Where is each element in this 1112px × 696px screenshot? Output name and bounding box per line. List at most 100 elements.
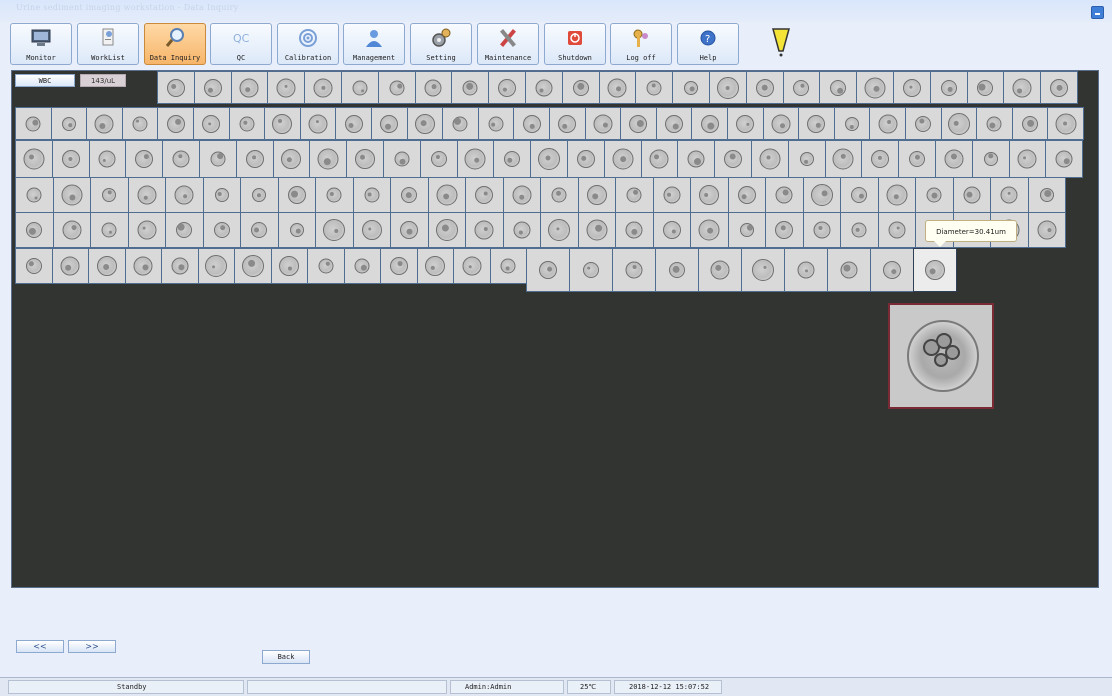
cell-thumbnail[interactable] (309, 140, 348, 178)
wbc-category-button[interactable]: WBC (15, 74, 75, 87)
worklist-button[interactable]: WorkList (77, 23, 139, 65)
cell-thumbnail[interactable] (745, 71, 784, 104)
cell-thumbnail[interactable] (465, 212, 504, 248)
minimize-icon[interactable] (1091, 6, 1104, 19)
cell-thumbnail[interactable] (635, 71, 674, 104)
cell-thumbnail[interactable] (228, 107, 266, 140)
cell-thumbnail[interactable] (513, 107, 550, 140)
cell-thumbnail[interactable] (489, 248, 527, 284)
cell-thumbnail[interactable] (502, 212, 541, 248)
cell-thumbnail[interactable] (352, 177, 391, 213)
cell-thumbnail[interactable] (240, 177, 279, 213)
data-inquiry-button[interactable]: Data Inquiry (144, 23, 206, 65)
cell-thumbnail[interactable] (390, 177, 429, 213)
cell-thumbnail[interactable] (377, 71, 416, 104)
cell-thumbnail[interactable] (477, 107, 515, 140)
cell-thumbnail[interactable] (584, 107, 622, 140)
cell-thumbnail[interactable] (88, 140, 127, 178)
help-button[interactable]: ? Help (677, 23, 739, 65)
cell-thumbnail[interactable] (465, 177, 504, 213)
cell-thumbnail[interactable] (343, 248, 381, 284)
cell-thumbnail[interactable] (380, 248, 418, 284)
cell-thumbnail[interactable] (540, 212, 579, 248)
cell-thumbnail[interactable] (567, 140, 605, 178)
cell-thumbnail[interactable] (1045, 140, 1084, 178)
cell-thumbnail[interactable] (240, 212, 279, 248)
cell-thumbnail[interactable] (612, 248, 656, 292)
cell-thumbnail[interactable] (50, 107, 88, 140)
cell-thumbnail[interactable] (765, 212, 804, 248)
cell-thumbnail[interactable] (824, 140, 863, 178)
cell-thumbnail[interactable] (15, 177, 54, 213)
cell-thumbnail[interactable] (414, 71, 453, 104)
cell-thumbnail[interactable] (51, 248, 89, 284)
cell-thumbnail[interactable] (15, 248, 53, 284)
cell-thumbnail[interactable] (782, 71, 821, 104)
cell-thumbnail[interactable] (127, 177, 166, 213)
cell-thumbnail[interactable] (741, 248, 785, 292)
cell-thumbnail[interactable] (784, 248, 828, 292)
cell-thumbnail[interactable] (419, 140, 458, 178)
cell-thumbnail[interactable] (456, 140, 495, 178)
cell-thumbnail[interactable] (652, 177, 691, 213)
cell-thumbnail[interactable] (655, 107, 693, 140)
cell-thumbnail[interactable] (277, 212, 316, 248)
cell-thumbnail[interactable] (277, 177, 316, 213)
cell-thumbnail[interactable] (540, 177, 579, 213)
cell-thumbnail[interactable] (727, 107, 764, 140)
cell-thumbnail[interactable] (819, 71, 858, 104)
cell-thumbnail[interactable] (971, 140, 1010, 178)
cell-thumbnail[interactable] (640, 140, 679, 178)
cell-thumbnail[interactable] (787, 140, 826, 178)
cell-thumbnail[interactable] (125, 140, 164, 178)
cell-thumbnail[interactable] (341, 71, 379, 104)
cell-thumbnail[interactable] (88, 248, 126, 284)
cell-thumbnail[interactable] (929, 71, 968, 104)
cell-thumbnail[interactable] (315, 177, 354, 213)
cell-thumbnail[interactable] (698, 248, 742, 292)
cell-thumbnail[interactable] (267, 71, 306, 104)
cell-thumbnail[interactable] (798, 107, 835, 140)
cell-thumbnail[interactable] (762, 107, 800, 140)
cell-thumbnail[interactable] (451, 71, 490, 104)
cell-thumbnail[interactable] (690, 212, 729, 248)
cell-thumbnail[interactable] (870, 248, 914, 292)
cell-thumbnail[interactable] (877, 177, 916, 213)
cell-thumbnail[interactable] (577, 212, 616, 248)
cell-thumbnail[interactable] (90, 177, 129, 213)
cell-thumbnail[interactable] (161, 248, 199, 284)
cell-thumbnail[interactable] (827, 248, 871, 292)
cell-thumbnail[interactable] (453, 248, 491, 284)
cell-thumbnail[interactable] (840, 212, 879, 248)
cell-thumbnail[interactable] (615, 177, 654, 213)
cell-thumbnail[interactable] (898, 140, 936, 178)
cell-thumbnail[interactable] (121, 107, 159, 140)
cell-thumbnail[interactable] (488, 71, 526, 104)
cell-thumbnail[interactable] (1027, 212, 1066, 248)
cell-thumbnail[interactable] (869, 107, 906, 140)
cell-thumbnail[interactable] (427, 177, 466, 213)
cell-thumbnail[interactable] (913, 248, 957, 292)
cell-thumbnail[interactable] (15, 107, 52, 140)
cell-thumbnail[interactable] (299, 107, 337, 140)
cell-thumbnail[interactable] (569, 248, 613, 292)
cell-thumbnail[interactable] (530, 140, 568, 178)
cell-thumbnail[interactable] (672, 71, 710, 104)
cell-thumbnail[interactable] (1011, 107, 1049, 140)
cell-thumbnail[interactable] (652, 212, 691, 248)
cell-thumbnail[interactable] (193, 71, 232, 104)
next-page-button[interactable]: >> (68, 640, 116, 653)
cell-thumbnail[interactable] (90, 212, 129, 248)
cell-thumbnail[interactable] (193, 107, 230, 140)
cell-thumbnail[interactable] (709, 71, 747, 104)
cell-thumbnail[interactable] (856, 71, 894, 104)
cell-thumbnail[interactable] (1008, 140, 1047, 178)
cell-thumbnail[interactable] (1047, 107, 1084, 140)
cell-thumbnail[interactable] (1040, 71, 1078, 104)
cell-thumbnail[interactable] (833, 107, 871, 140)
cell-thumbnail[interactable] (162, 140, 200, 178)
calibration-button[interactable]: Calibration (277, 23, 339, 65)
qc-button[interactable]: QC QC (210, 23, 272, 65)
cell-thumbnail[interactable] (383, 140, 421, 178)
cell-thumbnail[interactable] (235, 140, 274, 178)
